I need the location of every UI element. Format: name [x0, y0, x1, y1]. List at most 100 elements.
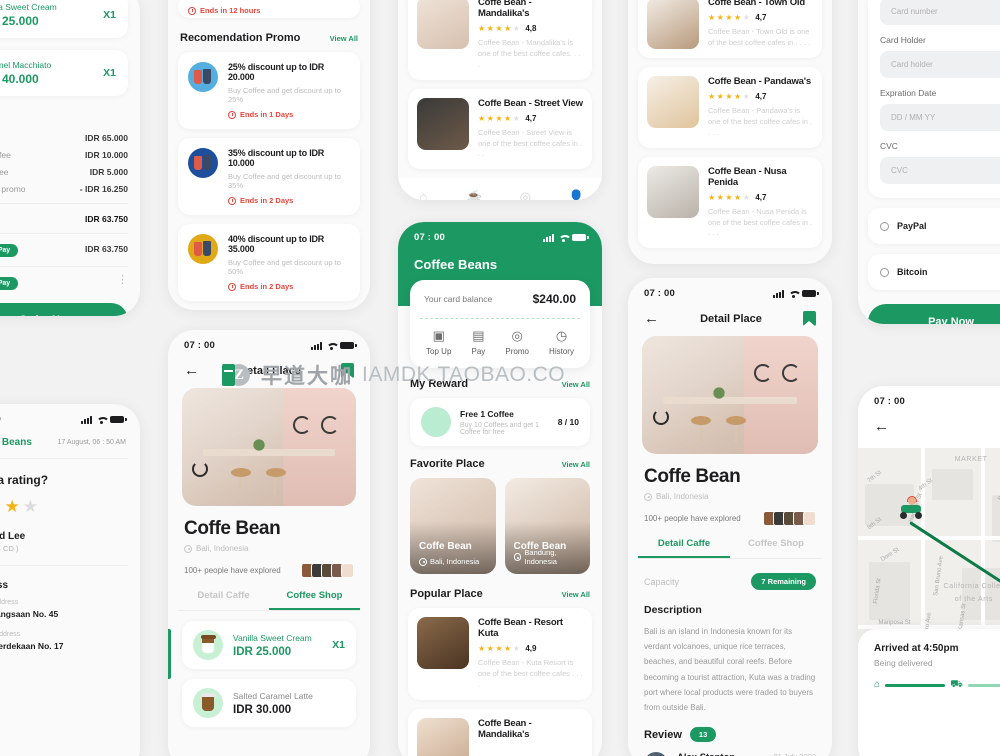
rating-stars: ★★★★★	[478, 24, 522, 33]
rating-stars: ★★★★★	[708, 92, 752, 101]
payment-option-bitcoin[interactable]: Bitcoin ₿	[868, 254, 1000, 290]
star-empty[interactable]: ★	[23, 497, 41, 516]
payment-chip: Coffee Pay	[0, 243, 19, 257]
place-thumbnail	[417, 0, 469, 49]
place-card[interactable]: Coffe Bean - Town Old ★★★★★ 4,7 Coffee B…	[638, 0, 822, 58]
quick-action-topup[interactable]: ▣ Top Up	[426, 329, 451, 356]
place-card[interactable]: Coffe Bean - Nusa Penida ★★★★★ 4,7 Coffe…	[638, 156, 822, 249]
nav-home[interactable]: ⌂	[415, 190, 431, 200]
detail-value: IDR 10.000	[85, 149, 128, 160]
order-item-name: Caramel Macchiato	[0, 60, 52, 70]
bookmark-icon[interactable]	[340, 363, 354, 378]
reward-view-all[interactable]: View All	[562, 380, 590, 389]
place-card[interactable]: Coffe Bean - Mandalika's ★★★★★ 4,8 Coffe…	[408, 0, 592, 80]
place-thumbnail	[647, 0, 699, 49]
card-holder-input[interactable]: Card holder	[880, 51, 1000, 78]
payment-option-paypal[interactable]: PayPal P	[868, 208, 1000, 244]
location-pin-icon	[419, 557, 427, 566]
panel-places-list: Coffe Bean - Town Old ★★★★★ 4,7 Coffee B…	[628, 0, 832, 264]
history-clock-icon: ◷	[555, 328, 568, 343]
promo-view-all[interactable]: View All	[330, 34, 358, 43]
product-card[interactable]: Vanilla Sweet Cream IDR 25.000 X1	[182, 621, 356, 669]
map-view[interactable]: MARKET 7th St 8th St 4th St Harrison St …	[858, 448, 1000, 708]
promo-card[interactable]: 35% discount up to IDR 10.000 Buy Coffee…	[178, 138, 360, 215]
pickup-address: Pick-up address Jl. Kebangsaan No. 45	[0, 591, 140, 619]
nav-coffee[interactable]: ☕	[466, 190, 482, 200]
tab-coffee-shop[interactable]: Coffee Shop	[730, 538, 822, 558]
payment-method-row: Coffee Pay IDR 63.750	[0, 240, 140, 260]
favorite-location-text: Bandung, Indonesia	[524, 548, 557, 566]
status-bar: 07 : 00	[168, 330, 370, 355]
bookmark-icon[interactable]	[802, 311, 816, 326]
quick-action-promo[interactable]: ◎ Promo	[505, 329, 529, 356]
status-icons	[543, 233, 589, 242]
product-card[interactable]: Salted Caramel Latte IDR 30.000	[182, 679, 356, 727]
panel-promo-list: Ends in 12 hours Recomendation Promo Vie…	[168, 0, 370, 310]
favorite-place-card[interactable]: Coffe Bean Bandung, Indonesia	[504, 478, 590, 574]
place-card[interactable]: Coffe Bean - Pandawa's ★★★★★ 4,7 Coffee …	[638, 67, 822, 148]
status-time: 07 : 00	[184, 340, 215, 351]
promo-top-card[interactable]: Ends in 12 hours	[178, 0, 360, 18]
review-count-badge: 13	[689, 727, 717, 743]
coffee-cup-icon	[193, 630, 223, 660]
back-icon[interactable]: ←	[874, 419, 889, 434]
radio-icon[interactable]	[880, 267, 889, 277]
promo-ends: Ends in 12 hours	[188, 6, 350, 15]
avatar-stack	[301, 563, 354, 578]
avatar-stack	[763, 511, 816, 526]
promo-title: 25% discount up to IDR 20.000	[228, 62, 325, 82]
quick-action-history[interactable]: ◷ History	[549, 329, 574, 356]
promo-ends-text: Ends in 12 hours	[200, 6, 261, 15]
order-now-button[interactable]: Order Now	[0, 303, 128, 316]
nav-promo[interactable]: ◎	[517, 190, 533, 200]
card-number-input[interactable]: Card number	[880, 0, 1000, 25]
favorite-place-card[interactable]: Coffe Bean Bali, Indonesia	[410, 478, 496, 574]
place-title: Coffe Bean - Nusa Penida	[708, 165, 787, 188]
quick-action-pay[interactable]: ▤ Pay	[472, 329, 486, 356]
detail-row: Discount promo - IDR 16.250	[0, 180, 140, 197]
rating-stars[interactable]: ★★★★	[0, 487, 140, 517]
tab-detail-caffe[interactable]: Detail Caffe	[178, 590, 269, 610]
pay-now-button[interactable]: Pay Now	[868, 304, 1000, 324]
details-title: Details	[0, 108, 140, 129]
cvc-input[interactable]: CVC	[880, 157, 1000, 184]
expiration-input[interactable]: DD / MM YY	[880, 104, 1000, 131]
radio-icon[interactable]	[880, 221, 889, 231]
clock-icon	[228, 110, 236, 119]
store-icon: ⌂	[874, 679, 881, 690]
rating-row: ★★★★★ 4,9	[478, 644, 583, 653]
order-item-row[interactable]: Caramel Macchiato IDR 40.000 X1	[0, 50, 128, 96]
reward-card[interactable]: Free 1 Coffee Buy 10 Coffees and get 1 C…	[410, 398, 590, 446]
tab-detail-caffe[interactable]: Detail Caffe	[638, 538, 730, 558]
detail-row: Subtotal IDR 65.000	[0, 129, 140, 146]
courier-scooter-icon	[899, 496, 925, 520]
product-qty: X1	[332, 639, 345, 651]
location-pin-icon	[513, 553, 522, 561]
tab-coffee-shop[interactable]: Coffee Shop	[269, 590, 360, 610]
nav-title: Detail Place	[239, 364, 301, 377]
order-item-row[interactable]: Vanilla Sweet Cream IDR 25.000 X1	[0, 0, 128, 38]
favorite-view-all[interactable]: View All	[562, 460, 590, 469]
capacity-badge: 7 Remaining	[751, 573, 816, 590]
place-name: Coffe Bean	[644, 466, 741, 487]
place-card[interactable]: Coffe Bean - Street View ★★★★★ 4,7 Coffe…	[408, 88, 592, 170]
place-thumbnail	[647, 76, 699, 128]
promo-subtitle: Buy Coffee and get discount up to 35%	[228, 172, 341, 190]
status-bar: 07 : 00	[628, 278, 832, 303]
payment-method-select[interactable]: Coffee Pay ⋮	[0, 273, 140, 293]
popular-place-card[interactable]: Coffe Bean - Mandalika's	[408, 708, 592, 756]
top-up-icon: ▣	[432, 328, 445, 343]
back-icon[interactable]: ←	[184, 363, 199, 378]
status-time: 07 : 00	[414, 232, 445, 243]
back-icon[interactable]: ←	[644, 311, 659, 326]
popular-place-card[interactable]: Coffe Bean - Resort Kuta ★★★★★ 4,9 Coffe…	[408, 608, 592, 700]
popular-view-all[interactable]: View All	[562, 590, 590, 599]
promo-card[interactable]: 25% discount up to IDR 20.000 Buy Coffee…	[178, 52, 360, 129]
nav-profile[interactable]: 👤	[568, 190, 584, 200]
delivery-arrived-title: Arrived at 4:50pm	[874, 643, 959, 654]
more-options-icon[interactable]: ⋮	[117, 274, 128, 290]
promo-card[interactable]: 40% discount up to IDR 35.000 Buy Coffee…	[178, 224, 360, 301]
rating-stars: ★★★★★	[478, 644, 522, 653]
promo-ends: Ends in 2 Days	[228, 282, 350, 291]
battery-icon	[572, 234, 589, 241]
